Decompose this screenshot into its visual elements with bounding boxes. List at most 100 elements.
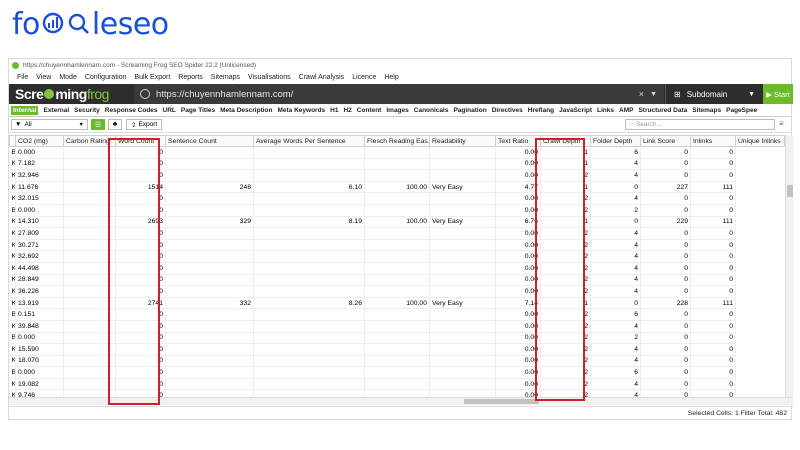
- table-cell[interactable]: 0: [115, 274, 166, 287]
- table-cell[interactable]: [364, 227, 430, 240]
- table-cell[interactable]: 0: [640, 262, 691, 275]
- table-cell[interactable]: [429, 332, 496, 345]
- vertical-scroll-thumb[interactable]: [787, 185, 793, 197]
- table-cell[interactable]: [429, 250, 496, 263]
- table-cell[interactable]: 6.76: [495, 216, 541, 229]
- horizontal-scroll-thumb[interactable]: [464, 399, 539, 404]
- column-header-crawl-depth[interactable]: Crawl Depth: [540, 135, 591, 147]
- table-cell[interactable]: [253, 389, 365, 397]
- tab-hreflang[interactable]: Hreflang: [528, 107, 554, 114]
- table-cell[interactable]: [364, 389, 430, 397]
- table-row[interactable]: KB14.31026933298.19100.00Very Easy6.7610…: [9, 216, 785, 229]
- table-cell[interactable]: 0: [640, 146, 691, 159]
- column-header-folder-depth[interactable]: Folder Depth: [590, 135, 641, 147]
- table-row[interactable]: KB30.27100.002400: [9, 239, 785, 252]
- table-cell[interactable]: [63, 355, 116, 368]
- export-button[interactable]: ⇪ Export: [126, 119, 163, 130]
- menu-sitemaps[interactable]: Sitemaps: [211, 74, 240, 81]
- table-cell[interactable]: [429, 274, 496, 287]
- table-cell[interactable]: 2: [540, 239, 591, 252]
- table-cell[interactable]: 0: [690, 169, 736, 182]
- table-row[interactable]: KB13.91927413328.26100.00Very Easy7.1410…: [9, 297, 785, 310]
- table-row[interactable]: B0.00000.002200: [9, 332, 785, 345]
- menu-reports[interactable]: Reports: [178, 74, 203, 81]
- table-cell[interactable]: [253, 343, 365, 356]
- table-cell[interactable]: 111: [690, 297, 736, 310]
- table-cell[interactable]: [253, 308, 365, 321]
- tab-h2[interactable]: H2: [343, 107, 351, 114]
- table-cell[interactable]: 0: [690, 262, 736, 275]
- table-cell[interactable]: [165, 169, 254, 182]
- table-cell[interactable]: 18.070: [15, 355, 64, 368]
- tab-external[interactable]: External: [43, 107, 69, 114]
- table-cell[interactable]: 4: [590, 158, 641, 171]
- table-cell[interactable]: [253, 192, 365, 205]
- table-cell[interactable]: [253, 378, 365, 391]
- table-cell[interactable]: 0: [690, 378, 736, 391]
- table-cell[interactable]: 229: [640, 216, 691, 229]
- table-cell[interactable]: 228: [640, 297, 691, 310]
- table-cell[interactable]: 100.00: [364, 297, 430, 310]
- table-cell[interactable]: [63, 366, 116, 379]
- table-cell[interactable]: 4: [590, 262, 641, 275]
- table-cell[interactable]: 0: [115, 320, 166, 333]
- table-cell[interactable]: [364, 355, 430, 368]
- table-cell[interactable]: [364, 274, 430, 287]
- table-cell[interactable]: [253, 227, 365, 240]
- table-cell[interactable]: 1: [540, 146, 591, 159]
- table-cell[interactable]: 0: [690, 332, 736, 345]
- table-cell[interactable]: 0: [690, 204, 736, 217]
- table-cell[interactable]: 0: [690, 192, 736, 205]
- table-cell[interactable]: [165, 320, 254, 333]
- url-input[interactable]: https://chuyennhamlennam.com/ × ▼: [134, 84, 664, 104]
- table-cell[interactable]: 0.000: [15, 332, 64, 345]
- menu-licence[interactable]: Licence: [352, 74, 376, 81]
- table-cell[interactable]: 0: [115, 343, 166, 356]
- table-cell[interactable]: 2: [540, 320, 591, 333]
- table-cell[interactable]: 0.00: [495, 366, 541, 379]
- table-cell[interactable]: 0: [640, 389, 691, 397]
- crawl-mode-select[interactable]: ⊞ Subdomain ▼: [665, 84, 761, 104]
- tab-meta-description[interactable]: Meta Description: [220, 107, 272, 114]
- table-cell[interactable]: [253, 355, 365, 368]
- table-cell[interactable]: 0.00: [495, 204, 541, 217]
- table-row[interactable]: KB32.01500.002400: [9, 192, 785, 205]
- table-cell[interactable]: 30.271: [15, 239, 64, 252]
- table-cell[interactable]: 248: [165, 181, 254, 194]
- table-cell[interactable]: 32.015: [15, 192, 64, 205]
- table-cell[interactable]: 2: [540, 355, 591, 368]
- column-header-flesch-reading-ease[interactable]: Flesch Reading Eas...: [364, 135, 430, 147]
- table-row[interactable]: KB27.80900.002400: [9, 227, 785, 240]
- table-cell[interactable]: 0.00: [495, 389, 541, 397]
- table-cell[interactable]: [429, 158, 496, 171]
- table-cell[interactable]: [253, 320, 365, 333]
- table-cell[interactable]: 0.000: [15, 146, 64, 159]
- table-cell[interactable]: [429, 378, 496, 391]
- table-row[interactable]: KB36.22600.002400: [9, 285, 785, 298]
- table-cell[interactable]: [253, 158, 365, 171]
- table-cell[interactable]: 0: [115, 192, 166, 205]
- table-cell[interactable]: [253, 332, 365, 345]
- table-cell[interactable]: [63, 343, 116, 356]
- table-cell[interactable]: 0.00: [495, 192, 541, 205]
- table-cell[interactable]: [364, 285, 430, 298]
- table-cell[interactable]: 0.00: [495, 158, 541, 171]
- table-cell[interactable]: 6.10: [253, 181, 365, 194]
- tab-pagination[interactable]: Pagination: [453, 107, 486, 114]
- tab-response-codes[interactable]: Response Codes: [105, 107, 158, 114]
- table-cell[interactable]: [364, 366, 430, 379]
- table-cell[interactable]: [63, 181, 116, 194]
- table-cell[interactable]: [364, 239, 430, 252]
- table-cell[interactable]: 0: [115, 204, 166, 217]
- table-cell[interactable]: 0: [115, 378, 166, 391]
- menu-visualisations[interactable]: Visualisations: [248, 74, 291, 81]
- tab-h1[interactable]: H1: [330, 107, 338, 114]
- table-cell[interactable]: [253, 146, 365, 159]
- table-cell[interactable]: 2: [540, 169, 591, 182]
- table-cell[interactable]: 2: [540, 378, 591, 391]
- table-cell[interactable]: 0: [690, 274, 736, 287]
- table-cell[interactable]: [63, 320, 116, 333]
- table-cell[interactable]: 0: [690, 389, 736, 397]
- table-row[interactable]: B0.15100.002600: [9, 308, 785, 321]
- table-row[interactable]: KB19.08200.002400: [9, 378, 785, 391]
